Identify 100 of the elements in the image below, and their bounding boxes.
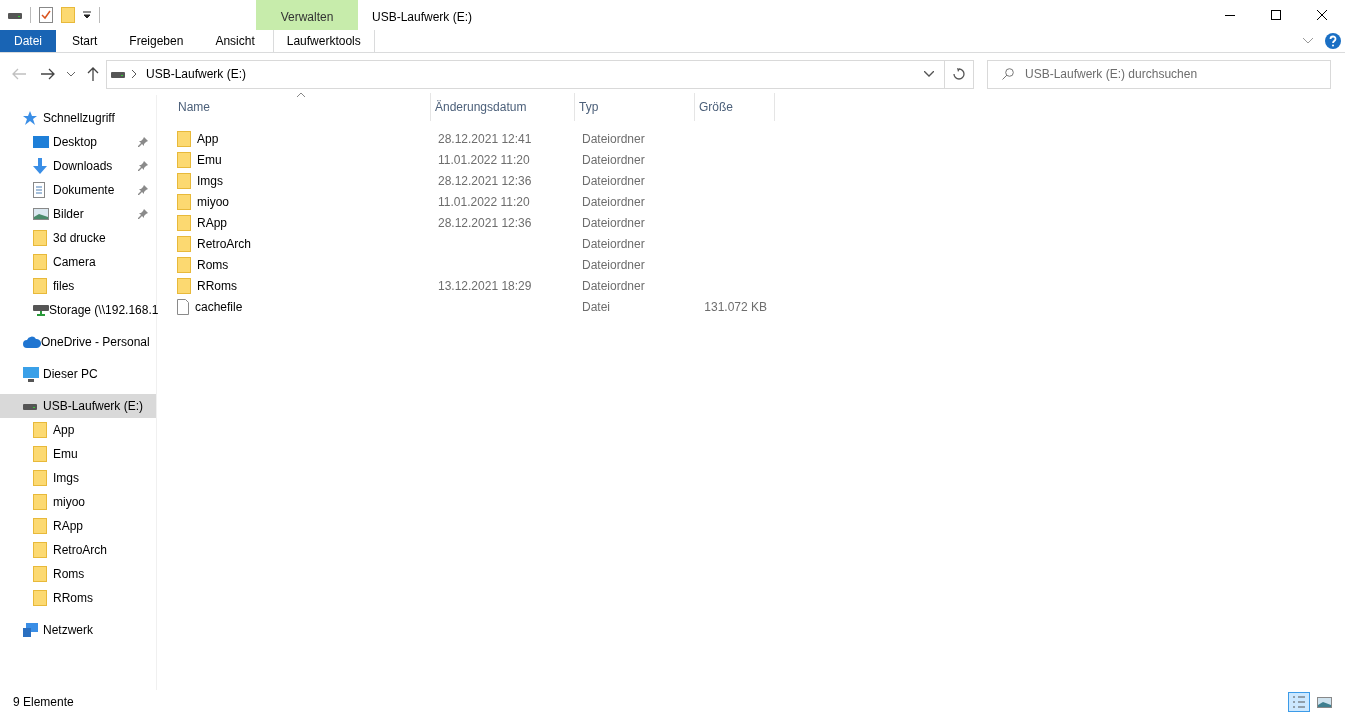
folder-icon (33, 494, 47, 510)
search-field[interactable]: USB-Laufwerk (E:) durchsuchen (987, 59, 1331, 89)
sidebar-item[interactable]: Schnellzugriff (0, 106, 156, 130)
file-row[interactable]: Imgs 28.12.2021 12:36 Dateiordner (174, 170, 1345, 191)
file-type: Dateiordner (582, 215, 645, 230)
star-icon (23, 111, 37, 125)
sidebar-item[interactable]: Desktop (0, 130, 156, 154)
sidebar-item[interactable]: Dokumente (0, 178, 156, 202)
file-type: Dateiordner (582, 173, 645, 188)
modified-date: 28.12.2021 12:36 (438, 215, 532, 230)
sidebar-item[interactable]: Downloads (0, 154, 156, 178)
folder-icon (33, 230, 47, 246)
search-icon (1002, 67, 1014, 80)
sidebar-item[interactable]: files (0, 274, 156, 298)
folder-icon (33, 446, 47, 462)
folder-icon (33, 470, 47, 486)
chevron-down-icon[interactable] (67, 71, 75, 77)
file-type: Dateiordner (582, 131, 645, 146)
refresh-icon[interactable] (953, 68, 965, 80)
sidebar-item[interactable]: Imgs (0, 466, 156, 490)
file-name: Roms (197, 256, 229, 274)
document-icon (33, 182, 45, 198)
sidebar-item[interactable]: OneDrive - Personal (0, 330, 156, 354)
sidebar-label: Emu (53, 446, 79, 463)
folder-icon (177, 193, 191, 210)
picture-icon (33, 208, 49, 220)
sidebar-label: USB-Laufwerk (E:) (43, 398, 145, 415)
context-tab-header: Verwalten (256, 0, 358, 30)
sidebar-label: Dieser PC (43, 366, 99, 383)
file-row[interactable]: RApp 28.12.2021 12:36 Dateiordner (174, 212, 1345, 233)
ribbon-tab[interactable]: Laufwerktools (272, 30, 375, 52)
file-name: Imgs (197, 172, 223, 190)
network-drive-icon (33, 303, 49, 317)
folder-icon (177, 151, 191, 168)
sidebar-label: Netzwerk (43, 622, 94, 639)
help-icon[interactable] (1325, 33, 1341, 49)
column-header[interactable]: Name (174, 93, 431, 121)
file-row[interactable]: RetroArch Dateiordner (174, 233, 1345, 254)
file-type: Dateiordner (582, 194, 645, 209)
sidebar-label: Imgs (53, 470, 80, 487)
expand-ribbon-icon[interactable] (1303, 38, 1313, 44)
sidebar-item[interactable]: RetroArch (0, 538, 156, 562)
sidebar-item[interactable]: Storage (\\192.168.1 (0, 298, 156, 322)
ribbon-tab[interactable]: Ansicht (199, 30, 271, 52)
file-row[interactable]: App 28.12.2021 12:41 Dateiordner (174, 128, 1345, 149)
file-row[interactable]: Emu 11.01.2022 11:20 Dateiordner (174, 149, 1345, 170)
address-bar[interactable]: USB-Laufwerk (E:) (106, 59, 974, 89)
modified-date: 11.01.2022 11:20 (438, 194, 530, 209)
sidebar-item[interactable]: App (0, 418, 156, 442)
pin-icon (138, 161, 148, 171)
sidebar-label: Storage (\\192.168.1 (49, 302, 159, 319)
forward-arrow-icon[interactable] (41, 68, 55, 80)
maximize-icon (1271, 10, 1281, 20)
dropdown-icon[interactable] (83, 11, 91, 19)
column-header[interactable]: Größe (695, 93, 775, 121)
ribbon-tab[interactable]: Start (56, 30, 114, 52)
ribbon-tab[interactable]: Freigeben (113, 30, 200, 52)
folder-icon (33, 254, 47, 270)
sidebar-label: RApp (53, 518, 85, 535)
drive-icon (8, 11, 22, 19)
file-row[interactable]: RRoms 13.12.2021 18:29 Dateiordner (174, 275, 1345, 296)
sidebar-item[interactable]: RRoms (0, 586, 156, 610)
sidebar-label: Bilder (53, 206, 85, 223)
sidebar-item[interactable]: Netzwerk (0, 618, 156, 642)
column-header[interactable]: Änderungsdatum (431, 93, 575, 121)
file-row[interactable]: cachefile Datei 131.072 KB (174, 296, 1345, 317)
folder-icon (61, 7, 75, 23)
up-arrow-icon[interactable] (87, 67, 99, 81)
download-arrow-icon (33, 158, 47, 174)
sort-up-icon (297, 93, 305, 98)
sidebar-item[interactable]: Dieser PC (0, 362, 156, 386)
ribbon-tab[interactable]: Datei (0, 30, 56, 52)
item-count: 9 Elemente (13, 694, 74, 711)
pin-icon (138, 185, 148, 195)
chevron-down-icon[interactable] (924, 71, 934, 77)
sidebar-label: Roms (53, 566, 86, 583)
file-row[interactable]: Roms Dateiordner (174, 254, 1345, 275)
file-name: App (197, 130, 219, 148)
file-row[interactable]: miyoo 11.01.2022 11:20 Dateiordner (174, 191, 1345, 212)
monitor-icon (23, 366, 39, 382)
sidebar-label: Dokumente (53, 182, 116, 199)
sidebar-label: RRoms (53, 590, 94, 607)
address-path[interactable]: USB-Laufwerk (E:) (146, 65, 247, 83)
sidebar-item[interactable]: 3d drucke (0, 226, 156, 250)
sidebar-item[interactable]: Emu (0, 442, 156, 466)
sidebar-label: Desktop (53, 134, 99, 151)
sidebar-item[interactable]: Bilder (0, 202, 156, 226)
sidebar-item[interactable]: Camera (0, 250, 156, 274)
sidebar-label: OneDrive - Personal (41, 334, 150, 351)
sidebar-item[interactable]: RApp (0, 514, 156, 538)
sidebar-label: Schnellzugriff (43, 110, 116, 127)
folder-icon (33, 518, 47, 534)
sidebar-item[interactable]: USB-Laufwerk (E:) (0, 394, 156, 418)
sidebar-label: 3d drucke (53, 230, 107, 247)
file-type: Dateiordner (582, 278, 645, 293)
checklist-icon[interactable] (39, 7, 53, 23)
sidebar-item[interactable]: miyoo (0, 490, 156, 514)
sidebar-item[interactable]: Roms (0, 562, 156, 586)
folder-icon (177, 256, 191, 273)
column-header[interactable]: Typ (575, 93, 695, 121)
